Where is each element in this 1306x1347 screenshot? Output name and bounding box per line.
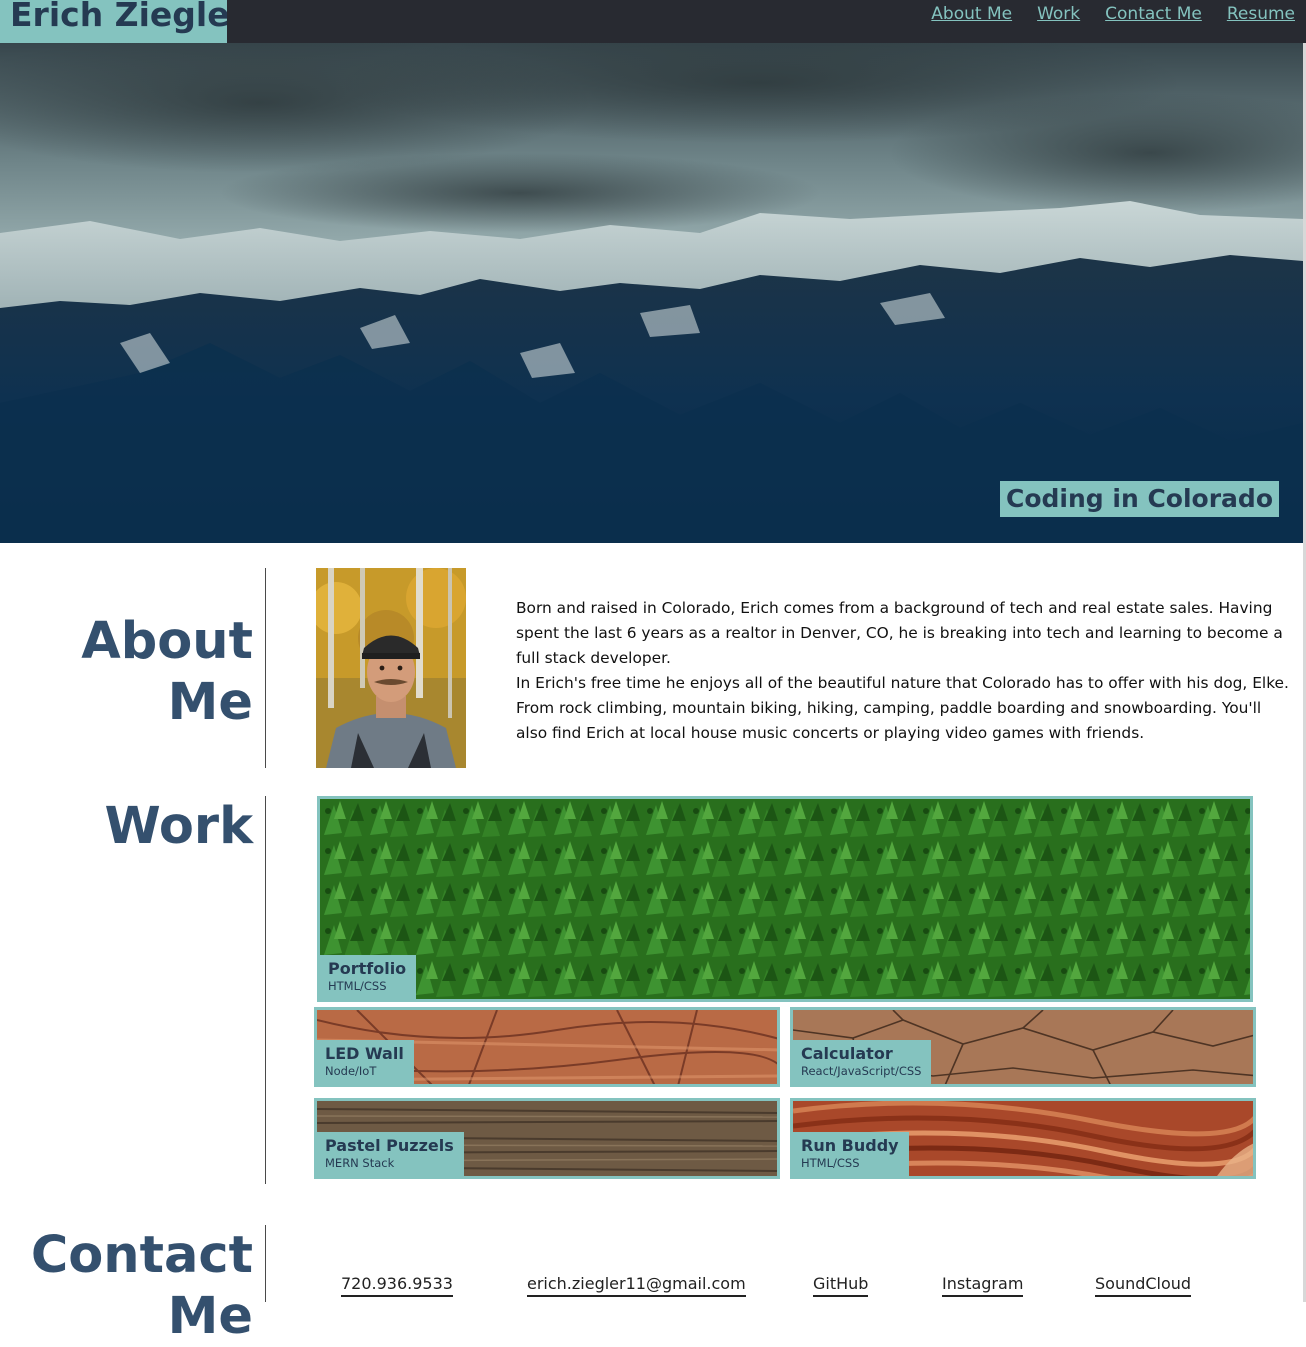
project-title-run-buddy: Run Buddy <box>801 1136 899 1155</box>
project-stack-led-wall: Node/IoT <box>325 1064 377 1078</box>
about-title: About Me <box>81 611 253 733</box>
hero-caption: Coding in Colorado <box>1000 481 1279 517</box>
project-card-calculator[interactable]: Calculator React/JavaScript/CSS <box>790 1007 1256 1087</box>
nav-link-resume[interactable]: Resume <box>1227 4 1295 24</box>
contact-email-link[interactable]: erich.ziegler11@gmail.com <box>527 1274 746 1297</box>
nav-link-contact[interactable]: Contact Me <box>1105 4 1202 24</box>
about-divider <box>265 568 266 768</box>
project-card-run-buddy[interactable]: Run Buddy HTML/CSS <box>790 1098 1256 1179</box>
project-label-calculator: Calculator React/JavaScript/CSS <box>793 1040 932 1084</box>
about-text: Born and raised in Colorado, Erich comes… <box>516 596 1291 746</box>
project-stack-pastel-puzzels: MERN Stack <box>325 1156 395 1170</box>
top-navbar: Erich Ziegler About Me Work Contact Me R… <box>0 0 1306 43</box>
contact-title-line2: Me <box>167 1287 253 1346</box>
project-label-pastel-puzzels: Pastel Puzzels MERN Stack <box>317 1132 464 1176</box>
contact-soundcloud-link[interactable]: SoundCloud <box>1095 1274 1192 1297</box>
project-title-led-wall: LED Wall <box>325 1044 404 1063</box>
project-stack-portfolio: HTML/CSS <box>328 979 387 993</box>
about-title-line2: Me <box>167 673 253 732</box>
work-divider <box>265 796 266 1184</box>
project-stack-run-buddy: HTML/CSS <box>801 1156 860 1170</box>
hero-mountain-image <box>0 43 1303 543</box>
contact-title-line1: Contact <box>30 1226 253 1285</box>
project-stack-calculator: React/JavaScript/CSS <box>801 1064 922 1078</box>
nav-link-about[interactable]: About Me <box>931 4 1012 24</box>
work-title: Work <box>104 797 253 856</box>
project-title-portfolio: Portfolio <box>328 959 407 978</box>
about-title-line1: About <box>81 612 253 671</box>
profile-photo <box>316 568 466 768</box>
project-label-portfolio: Portfolio HTML/CSS <box>320 955 417 999</box>
brand-logo[interactable]: Erich Ziegler <box>0 0 227 43</box>
project-card-pastel-puzzels[interactable]: Pastel Puzzels MERN Stack <box>314 1098 780 1179</box>
about-paragraph-1: Born and raised in Colorado, Erich comes… <box>516 599 1283 667</box>
project-title-pastel-puzzels: Pastel Puzzels <box>325 1136 454 1155</box>
project-label-run-buddy: Run Buddy HTML/CSS <box>793 1132 909 1176</box>
contact-divider <box>265 1225 266 1302</box>
contact-phone-link[interactable]: 720.936.9533 <box>341 1274 453 1297</box>
about-paragraph-2: In Erich's free time he enjoys all of th… <box>516 674 1289 742</box>
project-card-led-wall[interactable]: LED Wall Node/IoT <box>314 1007 780 1087</box>
nav-link-work[interactable]: Work <box>1037 4 1080 24</box>
contact-title: Contact Me <box>31 1225 253 1347</box>
hero-banner: Coding in Colorado <box>0 43 1303 543</box>
contact-github-link[interactable]: GitHub <box>813 1274 869 1297</box>
contact-instagram-link[interactable]: Instagram <box>942 1274 1024 1297</box>
project-title-calculator: Calculator <box>801 1044 893 1063</box>
portfolio-thumbnail <box>320 799 1250 999</box>
main-nav: About Me Work Contact Me Resume <box>931 4 1295 24</box>
project-card-portfolio[interactable]: Portfolio HTML/CSS <box>317 796 1253 1002</box>
project-label-led-wall: LED Wall Node/IoT <box>317 1040 414 1084</box>
